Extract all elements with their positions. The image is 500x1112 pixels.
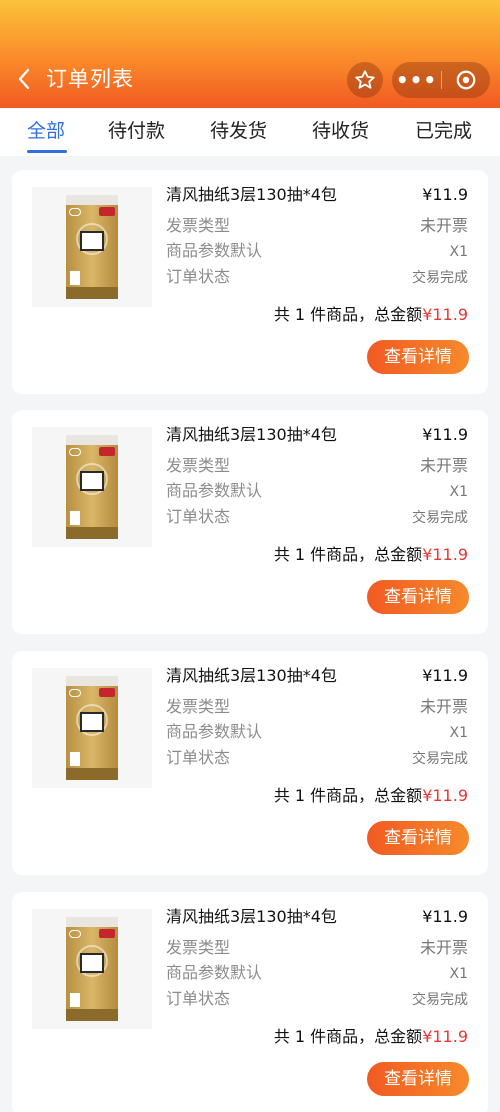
- invoice-label: 发票类型: [166, 216, 231, 235]
- invoice-label: 发票类型: [166, 456, 231, 475]
- status-value: 交易完成: [412, 992, 468, 1008]
- view-details-button[interactable]: 查看详情: [367, 821, 469, 855]
- status-label: 订单状态: [166, 507, 231, 526]
- back-button[interactable]: [12, 64, 36, 94]
- param-value: X1: [449, 725, 469, 741]
- page-title: 订单列表: [46, 67, 134, 91]
- status-label: 订单状态: [166, 267, 231, 286]
- order-card: 清风抽纸3层130抽*4包 ¥11.9 发票类型 未开票 商品参数默认 X1 订…: [12, 410, 488, 634]
- star-icon: [355, 70, 375, 89]
- order-card: 清风抽纸3层130抽*4包 ¥11.9 发票类型 未开票 商品参数默认 X1 订…: [12, 892, 488, 1112]
- invoice-value: 未开票: [419, 216, 468, 235]
- invoice-label: 发票类型: [166, 697, 231, 716]
- total-amount: ¥11.9: [422, 305, 468, 324]
- status-label: 订单状态: [166, 748, 231, 767]
- status-label: 订单状态: [166, 989, 231, 1008]
- product-name: 清风抽纸3层130抽*4包: [166, 185, 337, 204]
- product-name: 清风抽纸3层130抽*4包: [166, 666, 337, 685]
- active-tab-indicator: [27, 150, 67, 153]
- order-tabs: 全部 待付款 待发货 待收货 已完成: [0, 108, 500, 156]
- invoice-value: 未开票: [419, 697, 468, 716]
- order-summary: 共 1 件商品，总金额¥11.9: [274, 784, 468, 808]
- total-amount: ¥11.9: [422, 1027, 468, 1046]
- tab-pending-receipt[interactable]: 待收货: [312, 118, 369, 144]
- product-price: ¥11.9: [422, 425, 468, 444]
- total-amount: ¥11.9: [422, 786, 468, 805]
- view-details-button[interactable]: 查看详情: [367, 580, 469, 614]
- param-label: 商品参数默认: [166, 963, 263, 982]
- order-card: 清风抽纸3层130抽*4包 ¥11.9 发票类型 未开票 商品参数默认 X1 订…: [12, 651, 488, 875]
- product-name: 清风抽纸3层130抽*4包: [166, 907, 337, 926]
- summary-text: 共 1 件商品，总金额: [273, 305, 423, 324]
- total-amount: ¥11.9: [422, 545, 468, 564]
- tissue-pack-image: [66, 435, 118, 539]
- more-dots-icon[interactable]: •••: [392, 62, 441, 98]
- tissue-pack-image: [66, 195, 118, 299]
- tissue-pack-image: [66, 676, 118, 780]
- status-value: 交易完成: [412, 751, 468, 767]
- invoice-value: 未开票: [419, 456, 468, 475]
- order-summary: 共 1 件商品，总金额¥11.9: [274, 303, 468, 327]
- tab-pending-payment[interactable]: 待付款: [108, 118, 165, 144]
- param-label: 商品参数默认: [166, 481, 263, 500]
- product-image[interactable]: [32, 427, 152, 547]
- tab-pending-shipment[interactable]: 待发货: [210, 118, 267, 144]
- close-miniapp-button[interactable]: [442, 62, 490, 98]
- param-label: 商品参数默认: [166, 722, 263, 741]
- param-value: X1: [449, 484, 469, 500]
- invoice-value: 未开票: [419, 938, 468, 957]
- summary-text: 共 1 件商品，总金额: [273, 786, 423, 805]
- summary-text: 共 1 件商品，总金额: [273, 545, 423, 564]
- invoice-label: 发票类型: [166, 938, 231, 957]
- product-image[interactable]: [32, 909, 152, 1029]
- favorite-button[interactable]: [347, 62, 383, 98]
- product-price: ¥11.9: [422, 666, 468, 685]
- param-value: X1: [449, 244, 469, 260]
- product-price: ¥11.9: [422, 907, 468, 926]
- tab-all[interactable]: 全部: [27, 118, 65, 144]
- summary-text: 共 1 件商品，总金额: [273, 1027, 423, 1046]
- top-header: 订单列表 •••: [0, 0, 500, 108]
- product-image[interactable]: [32, 187, 152, 307]
- param-label: 商品参数默认: [166, 241, 263, 260]
- status-value: 交易完成: [412, 270, 468, 286]
- status-value: 交易完成: [412, 510, 468, 526]
- order-summary: 共 1 件商品，总金额¥11.9: [274, 543, 468, 567]
- product-image[interactable]: [32, 668, 152, 788]
- order-card: 清风抽纸3层130抽*4包 ¥11.9 发票类型 未开票 商品参数默认 X1 订…: [12, 170, 488, 394]
- view-details-button[interactable]: 查看详情: [367, 340, 469, 374]
- product-price: ¥11.9: [422, 185, 468, 204]
- chevron-left-icon: [18, 68, 30, 90]
- miniapp-capsule: •••: [392, 62, 490, 98]
- view-details-button[interactable]: 查看详情: [367, 1062, 469, 1096]
- tissue-pack-image: [66, 917, 118, 1021]
- param-value: X1: [449, 966, 469, 982]
- target-close-icon: [456, 70, 476, 90]
- tab-completed[interactable]: 已完成: [415, 118, 472, 144]
- product-name: 清风抽纸3层130抽*4包: [166, 425, 337, 444]
- order-summary: 共 1 件商品，总金额¥11.9: [274, 1025, 468, 1049]
